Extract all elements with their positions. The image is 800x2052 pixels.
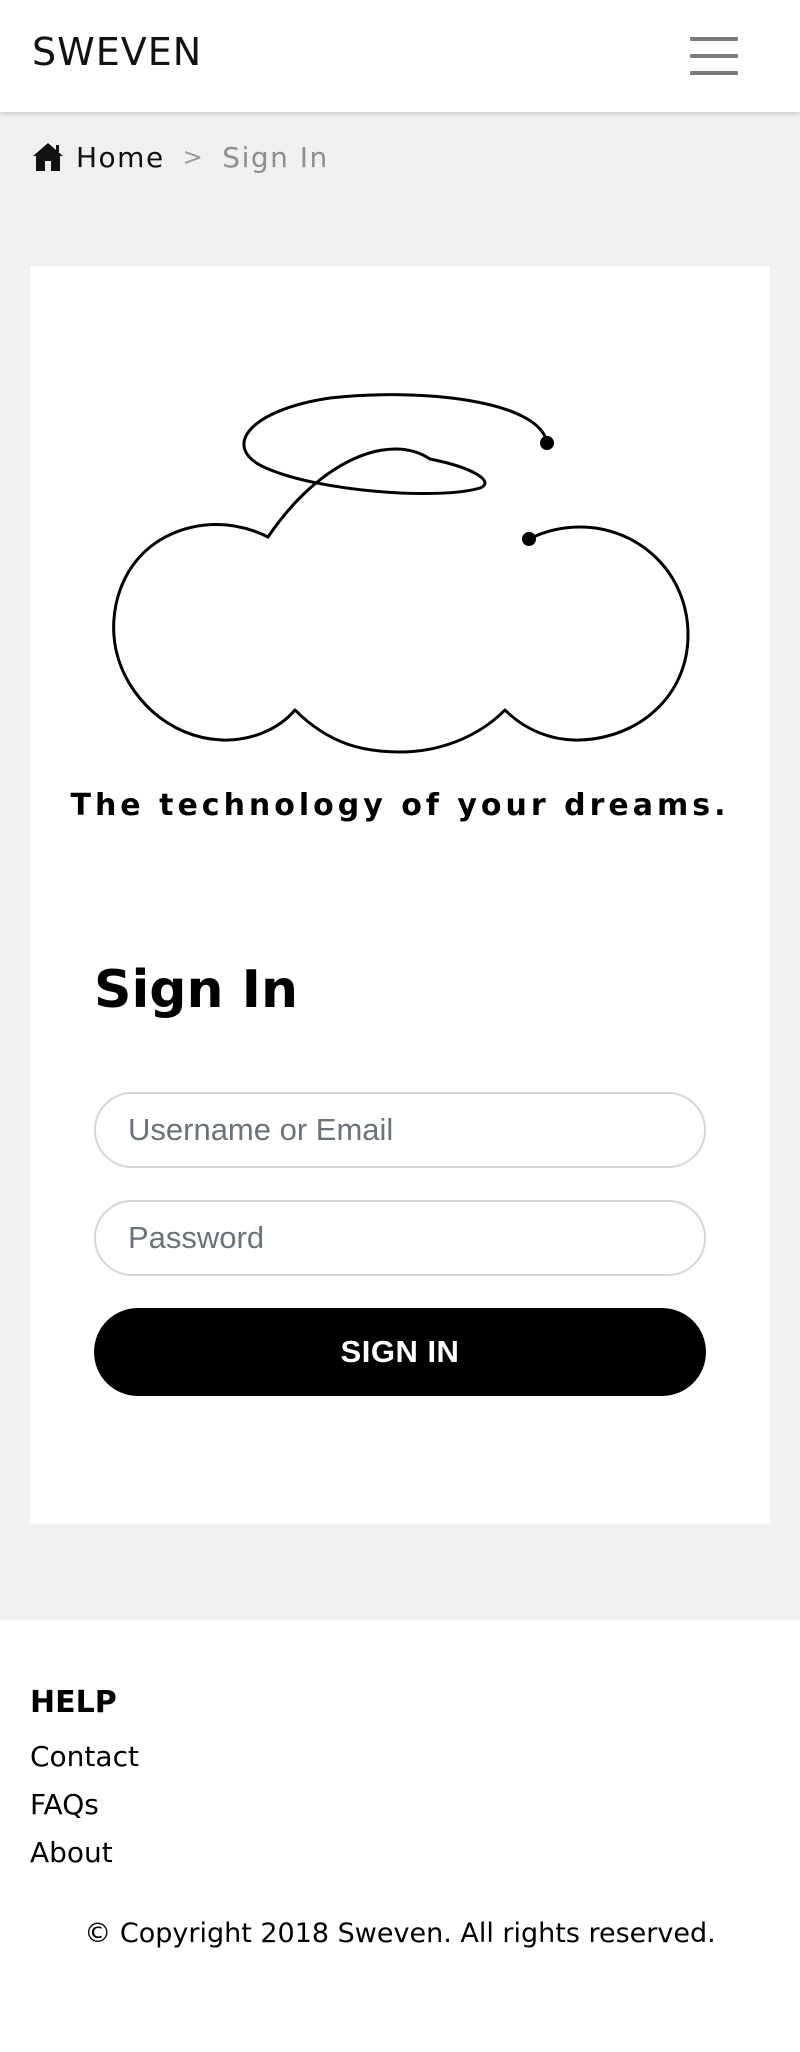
tagline: The technology of your dreams. [70, 788, 730, 823]
username-input[interactable] [94, 1092, 706, 1168]
menu-bar [690, 54, 738, 58]
copyright-text: © Copyright 2018 Sweven. All rights rese… [84, 1918, 716, 1949]
signin-title: Sign In [94, 960, 298, 1020]
cloud-logo [112, 393, 690, 754]
menu-bar [690, 71, 738, 75]
menu-bar [690, 37, 738, 41]
signin-button[interactable]: SIGN IN [94, 1308, 706, 1396]
footer-link-faqs[interactable]: FAQs [30, 1788, 99, 1821]
footer-help-heading: HELP [30, 1685, 117, 1720]
footer-link-about[interactable]: About [30, 1836, 113, 1869]
navbar: SWEVEN [0, 0, 800, 112]
brand-logo-link[interactable]: SWEVEN [32, 30, 202, 74]
hamburger-menu-icon[interactable] [688, 34, 740, 78]
footer-links: Contact FAQs About [30, 1740, 139, 1884]
footer-link-contact[interactable]: Contact [30, 1740, 139, 1773]
password-input[interactable] [94, 1200, 706, 1276]
